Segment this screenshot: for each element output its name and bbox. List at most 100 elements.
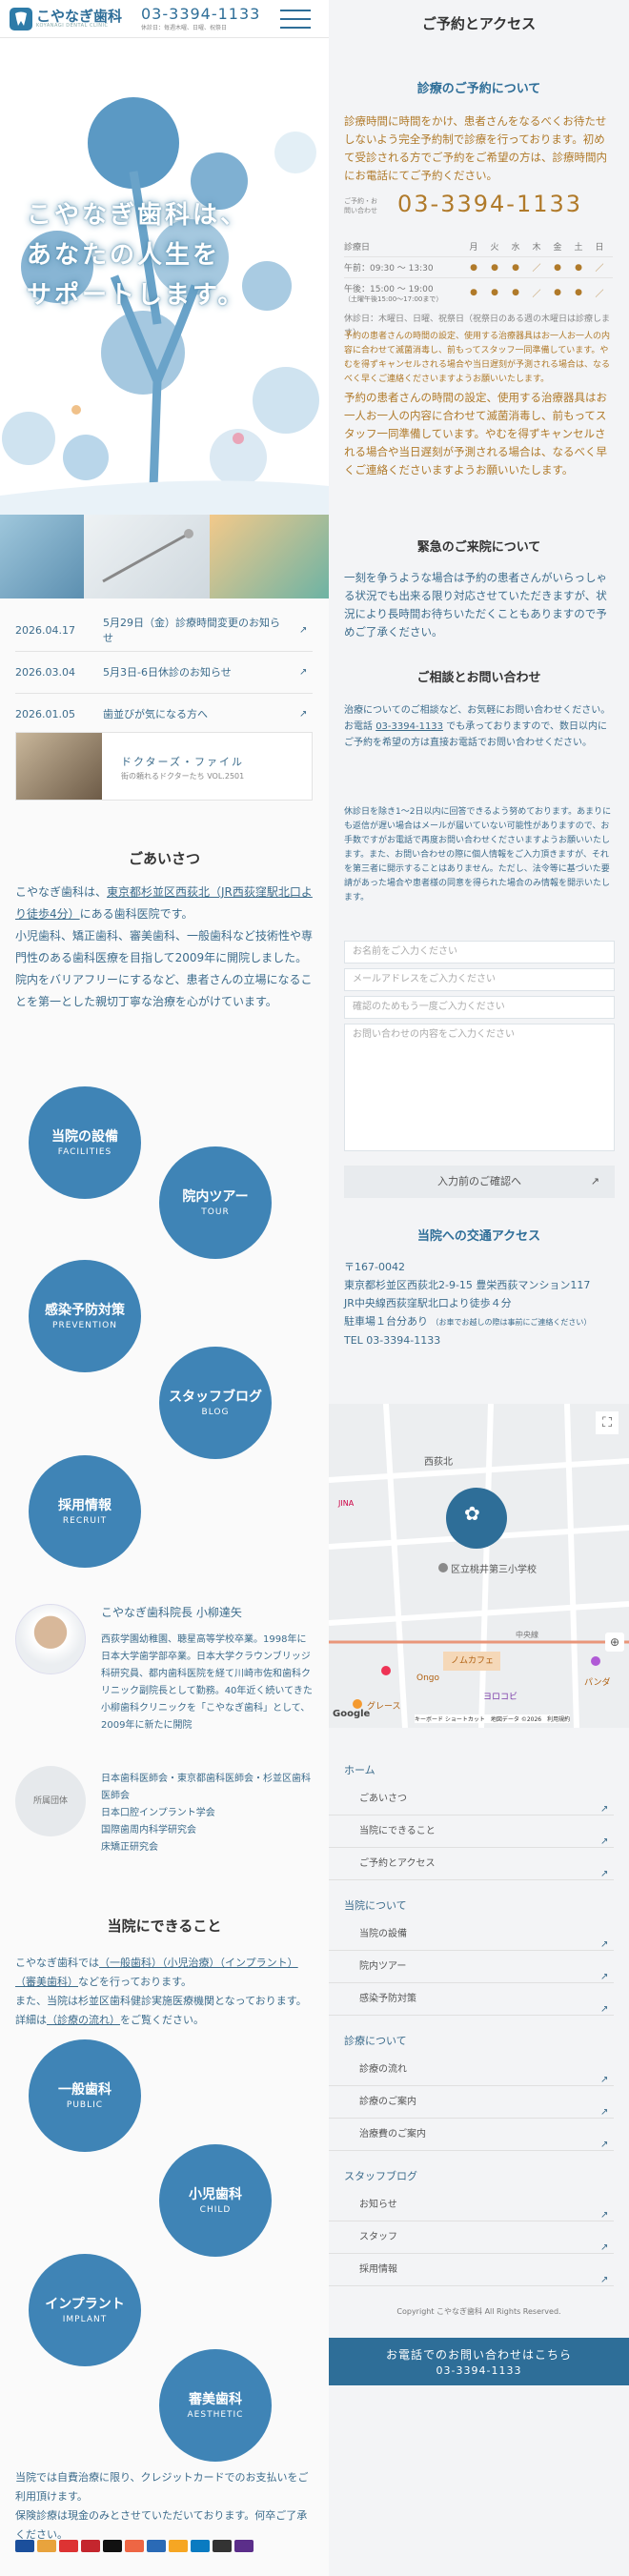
photo-strip — [0, 515, 329, 598]
footnav-label: 診療のご案内 — [359, 2097, 416, 2107]
card-icon — [125, 2540, 144, 2552]
circle-label: 審美歯科 — [189, 2392, 242, 2407]
card-icon — [81, 2540, 100, 2552]
fullscreen-icon[interactable]: ⛶ — [596, 1411, 619, 1434]
clinic-pin-icon: ✿ — [464, 1502, 480, 1525]
card-icon — [191, 2540, 210, 2552]
tel-label: ご予約・お問い合わせ — [344, 197, 377, 214]
footnav-label: 治療費のご案内 — [359, 2129, 426, 2140]
access-tel[interactable]: TEL 03-3394-1133 — [344, 1331, 613, 1349]
footnav-heading[interactable]: ホーム — [329, 1758, 629, 1783]
footnav-item[interactable]: 採用情報 ↗ — [329, 2254, 614, 2286]
footnav-item[interactable]: ごあいさつ ↗ — [329, 1783, 614, 1815]
inquiry-text-1: 治療についてのご相談など、お気軽にお問い合わせください。 — [344, 705, 611, 716]
mark: ／ — [595, 264, 604, 274]
blog-button[interactable]: スタッフブログ BLOG — [159, 1347, 272, 1459]
news-item[interactable]: 2026.01.05 歯並びが気になる方へ ↗ — [15, 694, 313, 736]
card-icon — [147, 2540, 166, 2552]
email-confirm-field[interactable]: 確認のためもう一度ご入力ください — [344, 996, 615, 1019]
confirm-button[interactable]: 入力前のご確認へ ↗ — [344, 1166, 615, 1198]
recruit-button[interactable]: 採用情報 RECRUIT — [29, 1455, 141, 1568]
footnav-item[interactable]: 当院にできること ↗ — [329, 1815, 614, 1848]
map-label: ノムカフェ — [451, 1656, 495, 1666]
reserve-tel[interactable]: 03-3394-1133 — [397, 191, 582, 217]
implant-button[interactable]: インプラント IMPLANT — [29, 2254, 141, 2366]
circle-sublabel: IMPLANT — [62, 2315, 108, 2324]
footnav-item[interactable]: お知らせ ↗ — [329, 2189, 614, 2221]
card-icon — [59, 2540, 78, 2552]
footnav-item[interactable]: 当院の設備 ↗ — [329, 1918, 614, 1951]
aesthetic-button[interactable]: 審美歯科 AESTHETIC — [159, 2349, 272, 2462]
flow-link[interactable]: （診療の流れ） — [47, 2014, 120, 2026]
inquiry-text-2: お電話 03-3394-1133 でも承っておりますので、数日以内にご予約を希望… — [344, 719, 613, 751]
map-label: 西荻北 — [424, 1457, 453, 1468]
footnav-item[interactable]: 診療のご案内 ↗ — [329, 2086, 614, 2119]
copyright: Copyright こやなぎ歯科 All Rights Reserved. — [396, 2307, 561, 2316]
director-bio: 西荻学園幼稚園、聴星高等学校卒業。1998年に日本大学歯学部卒業。日本大学クラウ… — [101, 1634, 313, 1731]
arrow-icon: ↗ — [600, 1836, 609, 1847]
site-header: こやなぎ歯科 KOYANAGI DENTAL CLINIC 03-3394-11… — [0, 0, 329, 38]
news-item[interactable]: 2026.04.17 5月29日（金）診療時間変更のお知らせ ↗ — [15, 610, 313, 652]
inquiry-notice: 休診日を除き1～2日以内に回答できるよう努めております。あまりにも返信が遅い場合… — [344, 807, 612, 903]
footnav-item[interactable]: 診療の流れ ↗ — [329, 2054, 614, 2086]
footnav-heading[interactable]: 診療について — [329, 2029, 629, 2054]
footnav-item[interactable]: スタッフ ↗ — [329, 2221, 614, 2254]
day-label: 月 — [469, 243, 478, 253]
affiliation-item: 日本歯科医師会・東京都歯科医師会・杉並区歯科医師会 — [101, 1774, 311, 1801]
prevention-button[interactable]: 感染予防対策 PREVENTION — [29, 1260, 141, 1372]
reserve-note: 予約の患者さんの時間の設定、使用する治療器具はお一人お一人の内容に合わせて滅菌消… — [344, 391, 607, 477]
arrow-icon: ↗ — [590, 1175, 599, 1187]
map-label: 中央線 — [516, 1631, 538, 1639]
cta-label: お電話でのお問い合わせはこちら — [385, 2348, 572, 2362]
circle-label: スタッフブログ — [169, 1389, 262, 1405]
circle-sublabel: AESTHETIC — [187, 2410, 244, 2420]
mark: ● — [470, 262, 477, 273]
circle-sublabel: PUBLIC — [66, 2100, 104, 2110]
menu-icon[interactable] — [280, 10, 311, 29]
map-label: JINA — [338, 1499, 355, 1508]
director-title: こやなぎ歯科院長 小柳達矢 — [101, 1606, 242, 1619]
email-field[interactable]: メールアドレスをご入力ください — [344, 968, 615, 991]
map-label: ヨロコビ — [483, 1693, 518, 1702]
public-button[interactable]: 一般歯科 PUBLIC — [29, 2039, 141, 2152]
director-avatar — [15, 1604, 86, 1674]
message-field[interactable]: お問い合わせの内容をご入力ください — [344, 1024, 615, 1151]
reserve-heading: ご予約とアクセス — [421, 15, 537, 32]
child-button[interactable]: 小児歯科 CHILD — [159, 2144, 272, 2257]
footnav-item[interactable]: ご予約とアクセス ↗ — [329, 1848, 614, 1880]
inquiry-heading: ご相談とお問い合わせ — [416, 671, 541, 685]
footnav-label: 感染予防対策 — [359, 1994, 416, 2004]
facilities-button[interactable]: 当院の設備 FACILITIES — [29, 1086, 141, 1199]
footnav-item[interactable]: 感染予防対策 ↗ — [329, 1983, 614, 2016]
day-label: 火 — [490, 243, 499, 253]
footnav-heading[interactable]: スタッフブログ — [329, 2164, 629, 2189]
news-item[interactable]: 2026.03.04 5月3日-6日休診のお知らせ ↗ — [15, 652, 313, 694]
greeting-text-b: にある歯科医院です。 — [79, 907, 193, 921]
name-field[interactable]: お名前をご入力ください — [344, 941, 615, 963]
inquiry-tel-link[interactable]: 03-3394-1133 — [375, 721, 443, 732]
day-label: 金 — [553, 243, 562, 253]
hero: こやなぎ歯科は、 あなたの人生を サポートします。 — [0, 38, 329, 515]
call-cta-button[interactable]: お電話でのお問い合わせはこちら 03-3394-1133 — [329, 2338, 629, 2385]
photo-treatment — [0, 515, 84, 598]
map[interactable]: ✿ 西荻北 区立桃井第三小学校 中央線 ノムカフェ ヨロコビ パンダ グレース … — [329, 1404, 629, 1728]
tour-button[interactable]: 院内ツアー TOUR — [159, 1146, 272, 1259]
map-label: グレース — [367, 1702, 401, 1712]
footnav-item[interactable]: 治療費のご案内 ↗ — [329, 2119, 614, 2151]
greeting-text-a: こやなぎ歯科は、 — [15, 885, 108, 899]
location-icon[interactable]: ⊕ — [605, 1633, 624, 1652]
news-title: 5月3日-6日休診のお知らせ — [103, 665, 232, 679]
footnav-heading[interactable]: 当院について — [329, 1894, 629, 1918]
footnav-item[interactable]: 院内ツアー ↗ — [329, 1951, 614, 1983]
doctors-file-banner[interactable]: ドクターズ・ファイル 街の頼れるドクターたち VOL.2501 — [15, 732, 313, 801]
circle-label: 小児歯科 — [189, 2187, 242, 2202]
arrow-icon: ↗ — [600, 2074, 609, 2085]
footnav-label: 採用情報 — [359, 2264, 397, 2275]
parking-info: 駐車場１台分あり （お車でお越しの際は事前にご連絡ください） — [344, 1312, 613, 1331]
logo-icon[interactable] — [10, 8, 32, 30]
greeting-text: こやなぎ歯科は、東京都杉並区西荻北（JR西荻窪駅北口より徒歩4分）にある歯科医院… — [15, 882, 313, 1013]
header-tel[interactable]: 03-3394-1133 — [141, 5, 260, 23]
schedule-pm: 午後：15:00 ～ 19:00 （土曜午後15:00～17:00まで） ● ● ● ／… — [344, 278, 613, 307]
card-icon — [213, 2540, 232, 2552]
photo-illustration — [210, 515, 329, 598]
